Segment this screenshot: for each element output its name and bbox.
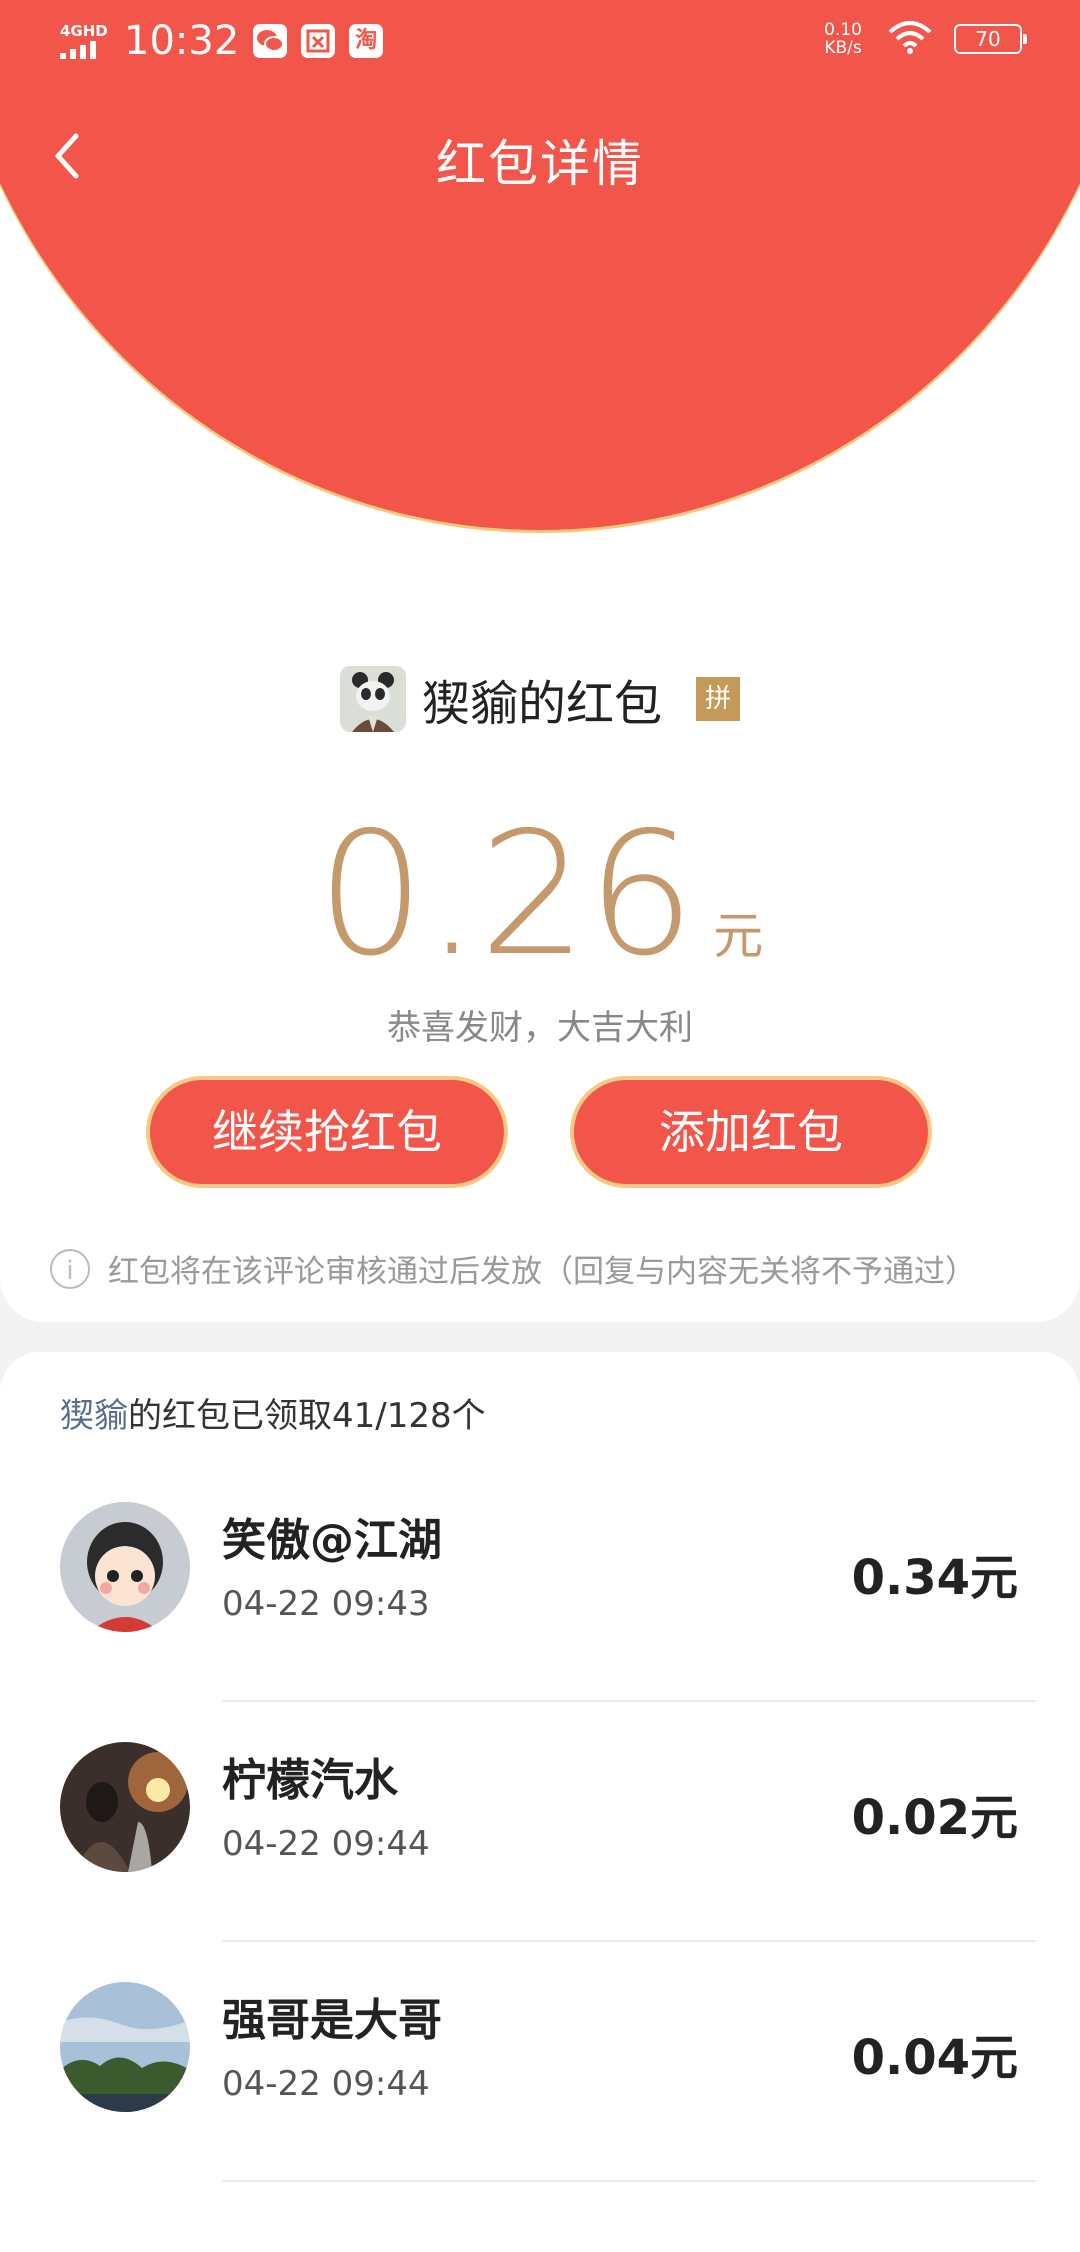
- amount-row: 0.26 元: [0, 800, 1080, 990]
- review-notice: i 红包将在该评论审核通过后发放（回复与内容无关将不予通过）: [50, 1246, 976, 1291]
- sender-row: 猰貐的红包 拼: [0, 664, 1080, 734]
- packet-detail-card: 红包详情 猰貐的红包 拼 0.26 元 恭喜发财，大吉大利 继续抢红包 添加红包 …: [0, 0, 1080, 1322]
- clock: 10:32: [124, 18, 240, 64]
- amount-unit: 元: [713, 907, 764, 965]
- claimer-name: 柠檬汽水: [222, 1755, 398, 1806]
- list-item[interactable]: 笑傲@江湖 04-22 09:43 0.34元: [0, 1462, 1080, 1702]
- taobao-icon: 淘: [349, 24, 384, 58]
- page-title: 红包详情: [436, 135, 644, 193]
- add-packet-button[interactable]: 添加红包: [574, 1080, 928, 1184]
- claim-amount: 0.02元: [851, 1790, 1018, 1846]
- status-bar: 4GHD 10:32 淘 0.10 KB/s 70: [0, 0, 1080, 90]
- signal-icon: [60, 39, 110, 59]
- avatar[interactable]: [60, 1742, 190, 1872]
- claim-time: 04-22 09:44: [222, 1824, 430, 1864]
- sender-name: 猰貐的红包: [421, 676, 662, 732]
- claims-list-card: 猰貐的红包已领取41/128个 笑傲@江湖 04-22 09:43 0.34元: [0, 1352, 1080, 2252]
- sender-avatar[interactable]: [339, 666, 406, 732]
- claimer-name: 强哥是大哥: [222, 1995, 442, 2046]
- speed-value: 0.10: [824, 20, 862, 40]
- status-left: 4GHD 10:32 淘: [60, 18, 384, 64]
- sender-nickname-link[interactable]: 猰貐: [60, 1396, 128, 1436]
- received-amount: 0.26: [316, 796, 696, 994]
- row-divider: [222, 2180, 1036, 2182]
- info-icon: i: [50, 1248, 90, 1289]
- network-type: 4GHD: [60, 22, 108, 40]
- network-speed: 0.10 KB/s: [824, 21, 862, 57]
- nav-header: 红包详情: [0, 110, 1080, 210]
- list-item[interactable]: 强哥是大哥 04-22 09:44 0.04元: [0, 1942, 1080, 2182]
- group-packet-badge: 拼: [696, 677, 740, 721]
- wechat-icon: [253, 24, 288, 58]
- status-right: 0.10 KB/s 70: [824, 20, 1027, 58]
- bank-icon: [301, 24, 336, 58]
- claims-summary: 猰貐的红包已领取41/128个: [60, 1388, 486, 1437]
- blessing-text: 恭喜发财，大吉大利: [387, 1008, 693, 1048]
- claim-amount: 0.04元: [851, 2030, 1018, 2086]
- notice-text: 红包将在该评论审核通过后发放（回复与内容无关将不予通过）: [108, 1254, 976, 1290]
- speed-unit: KB/s: [824, 38, 862, 58]
- list-item[interactable]: 柠檬汽水 04-22 09:44 0.02元: [0, 1702, 1080, 1942]
- continue-grab-button[interactable]: 继续抢红包: [150, 1080, 504, 1184]
- claim-time: 04-22 09:44: [222, 2064, 430, 2104]
- claim-time: 04-22 09:43: [222, 1584, 430, 1624]
- avatar[interactable]: [60, 1982, 190, 2112]
- claimer-name: 笑傲@江湖: [222, 1515, 442, 1566]
- network-indicator: 4GHD: [60, 23, 110, 59]
- wifi-icon: [888, 20, 932, 58]
- battery-icon: 70: [954, 24, 1027, 54]
- claims-count-text: 的红包已领取41/128个: [128, 1396, 486, 1436]
- avatar[interactable]: [60, 1502, 190, 1632]
- claim-amount: 0.34元: [851, 1550, 1018, 1606]
- claims-list: 笑傲@江湖 04-22 09:43 0.34元 柠檬汽水 04-22 09:44…: [0, 1462, 1080, 2182]
